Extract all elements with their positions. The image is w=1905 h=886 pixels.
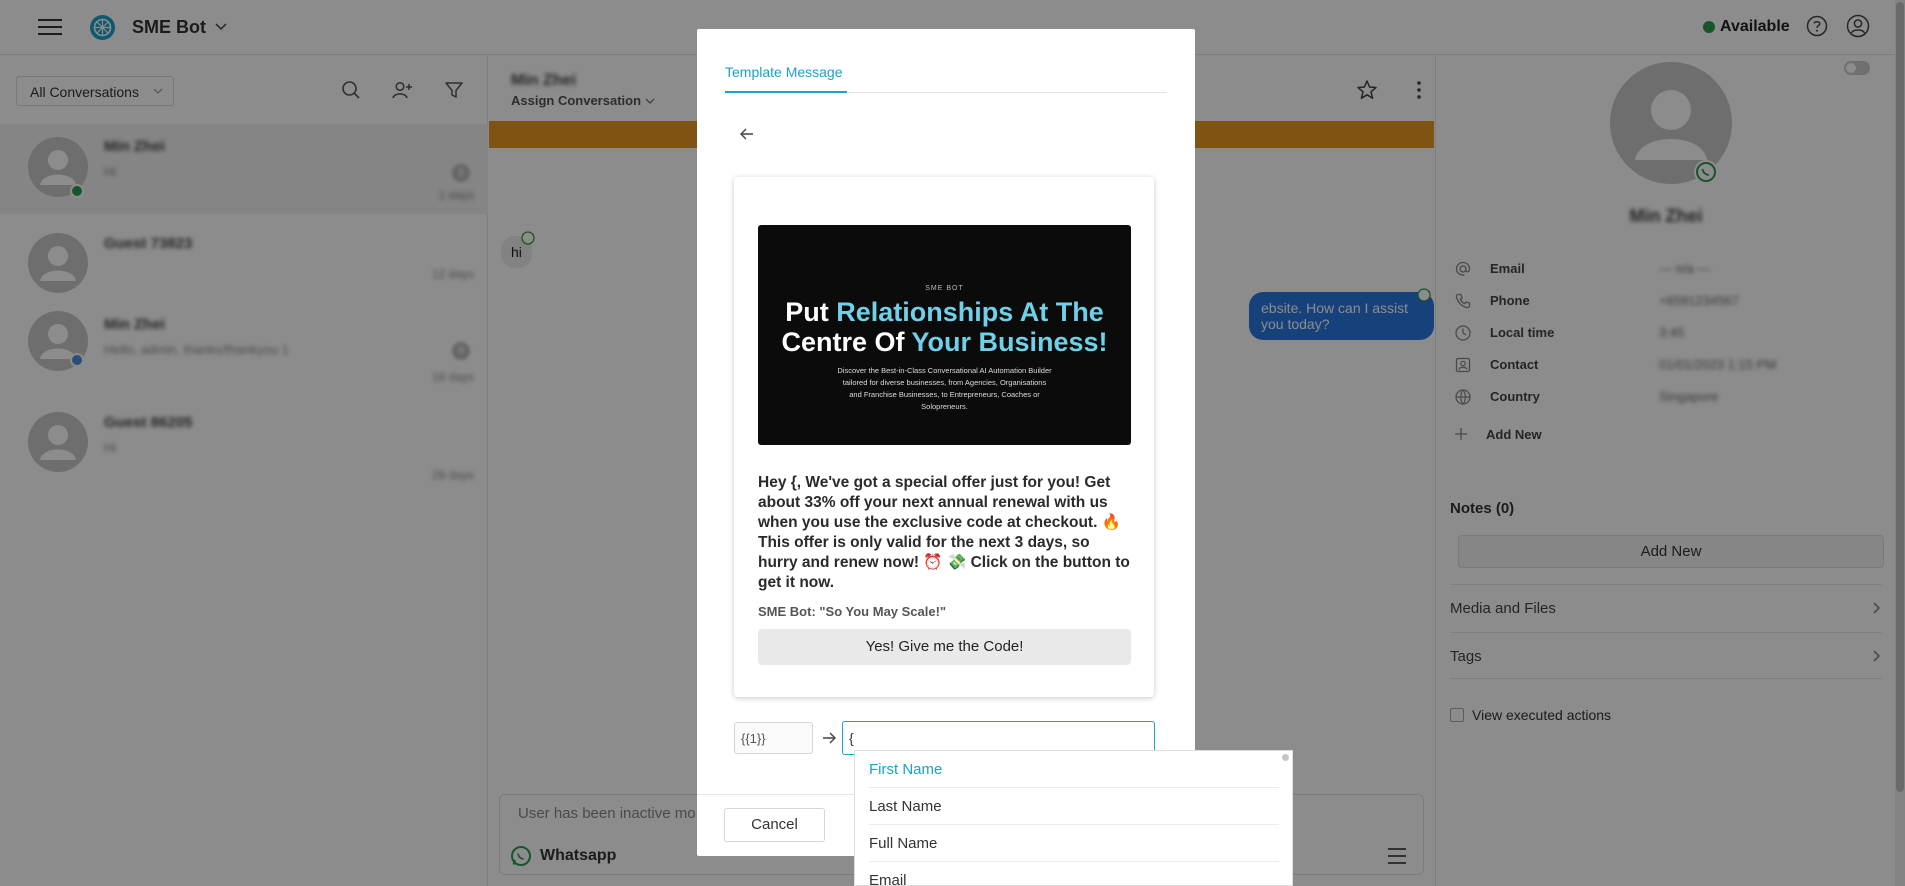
template-footer-text: SME Bot: "So You May Scale!" xyxy=(758,604,947,619)
headline-part: Centre Of xyxy=(781,327,912,357)
headline-part: Your Business! xyxy=(911,327,1108,357)
headline-part: Relationships At The xyxy=(836,297,1104,327)
back-arrow-icon[interactable] xyxy=(739,126,755,142)
dropdown-option-last-name[interactable]: Last Name xyxy=(869,788,1279,825)
variable-suggestion-dropdown: First Name Last Name Full Name Email xyxy=(854,750,1293,886)
template-cta-button[interactable]: Yes! Give me the Code! xyxy=(758,629,1131,665)
image-subtext: Discover the Best-in-Class Conversationa… xyxy=(837,366,1052,411)
template-body-text: Hey {, We've got a special offer just fo… xyxy=(758,474,1130,591)
active-tab-indicator xyxy=(725,91,847,93)
dropdown-option-full-name[interactable]: Full Name xyxy=(869,825,1279,862)
headline-part: Put xyxy=(785,297,837,327)
image-brand-text: SME BOT xyxy=(925,285,964,292)
tab-template-message[interactable]: Template Message xyxy=(725,64,843,80)
dropdown-option-email[interactable]: Email xyxy=(869,862,1279,885)
template-preview-card: SME BOT Put Relationships At The Centre … xyxy=(734,177,1154,697)
cancel-button[interactable]: Cancel xyxy=(724,808,825,842)
image-headline: Put Relationships At The Centre Of Your … xyxy=(758,297,1131,357)
dropdown-option-first-name[interactable]: First Name xyxy=(869,751,1279,788)
variable-token-field: {{1}} xyxy=(734,722,813,754)
template-header-image: SME BOT Put Relationships At The Centre … xyxy=(758,225,1131,445)
template-message-modal: Template Message SME BOT Put Relationshi… xyxy=(697,29,1195,856)
arrow-right-icon xyxy=(823,732,836,744)
dropdown-scrollbar[interactable] xyxy=(1282,754,1289,761)
